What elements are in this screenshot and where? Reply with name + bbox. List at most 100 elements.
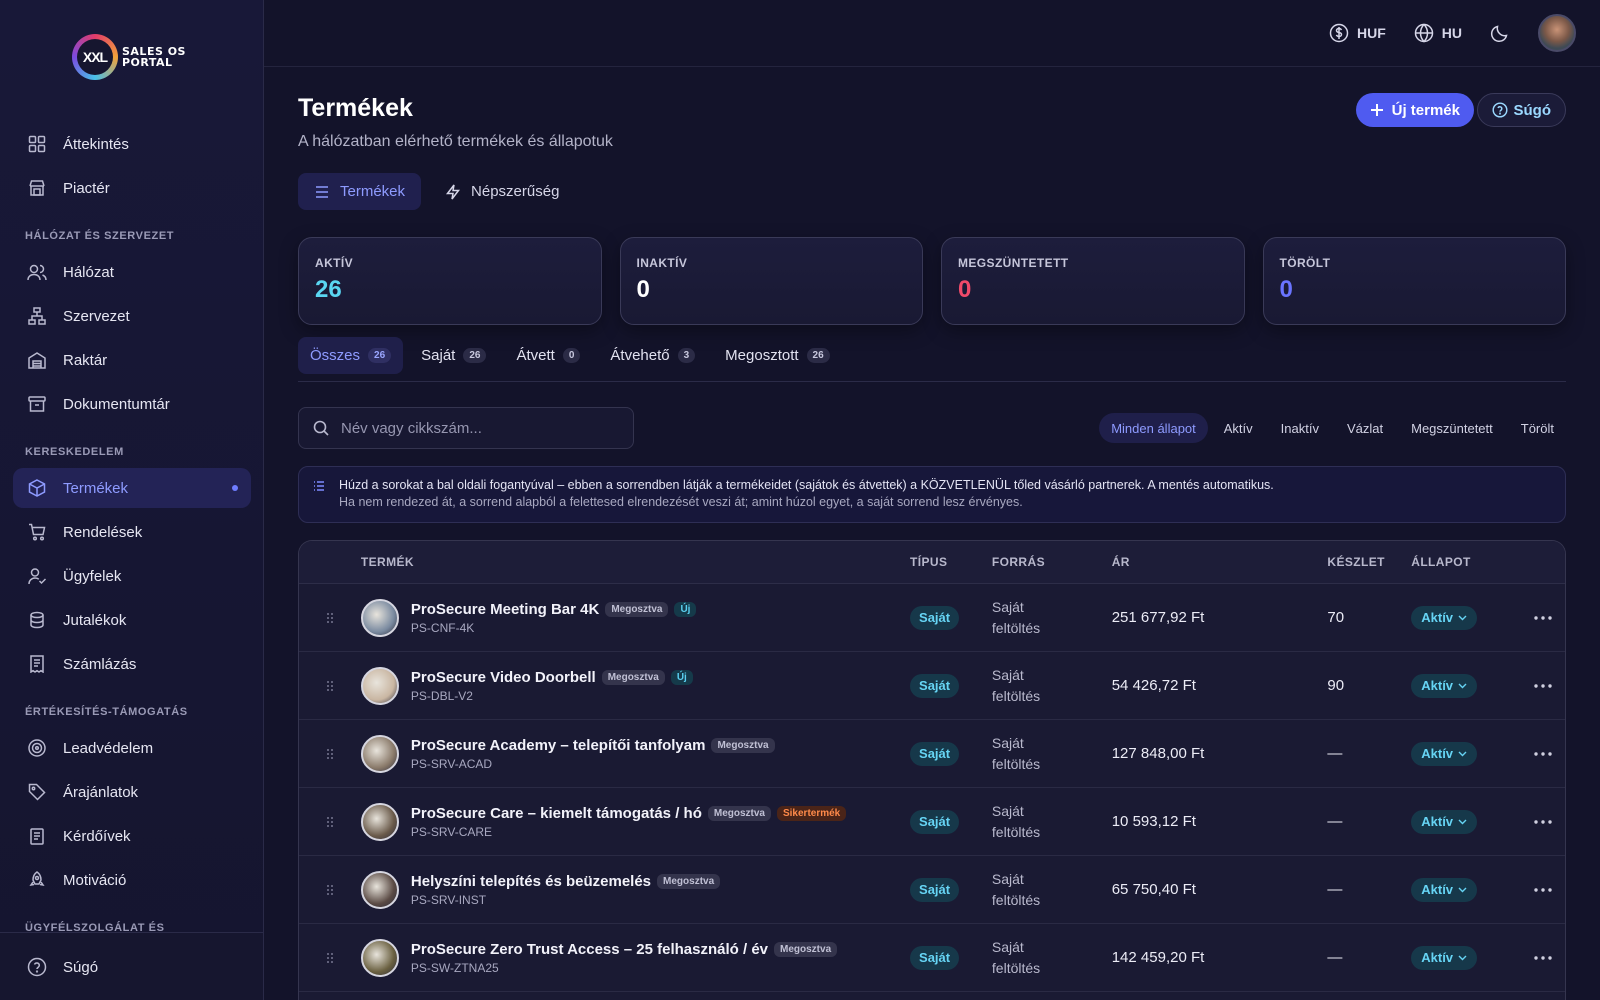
currency-label: HUF — [1356, 25, 1386, 41]
language-selector[interactable]: HU — [1414, 23, 1462, 43]
filter-tab-sajat[interactable]: Saját 26 — [409, 337, 498, 374]
product-thumbnail[interactable] — [360, 938, 399, 977]
filter-tab-osszes[interactable]: Összes 26 — [298, 337, 404, 374]
filter-tab-megosztott[interactable]: Megosztott 26 — [713, 337, 842, 374]
state-dropdown[interactable]: Aktív — [1411, 809, 1478, 834]
sidebar-item-ugyfelek[interactable]: Ügyfelek — [13, 556, 251, 596]
table-row[interactable]: Helyszíni telepítés és beüzemelés Megosz… — [299, 856, 1565, 924]
column-header-product[interactable]: TERMÉK — [361, 555, 910, 569]
sidebar-item-dokumentumtar[interactable]: Dokumentumtár — [13, 384, 251, 424]
sidebar-item-raktar[interactable]: Raktár — [13, 340, 251, 380]
sidebar-item-label: Árajánlatok — [63, 783, 139, 801]
sidebar-item-leadvedelem[interactable]: Leadvédelem — [13, 728, 251, 768]
product-name[interactable]: ProSecure Meeting Bar 4K — [411, 601, 599, 618]
sidebar-item-szamlazas[interactable]: Számlázás — [13, 644, 251, 684]
drag-handle-icon[interactable] — [299, 816, 361, 828]
product-name[interactable]: Helyszíni telepítés és beüzemelés — [411, 873, 651, 890]
sidebar-item-attekintes[interactable]: Áttekintés — [13, 124, 251, 164]
stock-cell: — — [1327, 813, 1343, 830]
currency-selector[interactable]: HUF — [1329, 23, 1386, 43]
table-row[interactable]: ProSecure Meeting Bar 4K Megosztva Új PS-… — [299, 584, 1565, 652]
product-thumbnail[interactable] — [360, 734, 399, 773]
new-product-button[interactable]: Új termék — [1355, 93, 1474, 127]
sidebar-item-jutalekok[interactable]: Jutalékok — [13, 600, 251, 640]
product-name[interactable]: ProSecure Academy – telepítői tanfolyam — [411, 737, 706, 754]
column-header-type[interactable]: TÍPUS — [910, 555, 992, 569]
row-menu-button[interactable] — [1521, 819, 1565, 824]
row-menu-button[interactable] — [1521, 615, 1565, 620]
more-horizontal-icon — [1534, 683, 1552, 688]
drag-handle-icon[interactable] — [299, 680, 361, 692]
search-input[interactable] — [341, 419, 611, 437]
row-menu-button[interactable] — [1521, 955, 1565, 960]
product-thumbnail[interactable] — [360, 870, 399, 909]
user-avatar[interactable] — [1538, 14, 1576, 52]
state-filter-aktiv[interactable]: Aktív — [1212, 413, 1265, 443]
sidebar-item-halozat[interactable]: Hálózat — [13, 252, 251, 292]
stat-value: 0 — [958, 276, 972, 303]
target-icon — [26, 737, 48, 759]
state-filter-vazlat[interactable]: Vázlat — [1335, 413, 1395, 443]
state-dropdown[interactable]: Aktív — [1411, 605, 1478, 630]
column-header-source[interactable]: FORRÁS — [992, 552, 1112, 573]
drag-handle-icon[interactable] — [299, 748, 361, 760]
sidebar-item-piacter[interactable]: Piactér — [13, 168, 251, 208]
view-tabs: Termékek Népszerűség — [298, 173, 575, 210]
filter-tab-atvett[interactable]: Átvett 0 — [504, 337, 592, 374]
brand-logo[interactable]: XXL SALES OS PORTAL — [72, 34, 186, 80]
sidebar-item-arajanlatok[interactable]: Árajánlatok — [13, 772, 251, 812]
table-header: TERMÉK TÍPUS FORRÁS ÁR KÉSZLET ÁLLAPOT — [299, 541, 1565, 584]
row-menu-button[interactable] — [1521, 751, 1565, 756]
state-filter-megszuntetett[interactable]: Megszüntetett — [1399, 413, 1505, 443]
table-row[interactable]: ProSecure Zero Trust Access – 25 felhasz… — [299, 924, 1565, 992]
sidebar-item-motivacio[interactable]: Motiváció — [13, 860, 251, 900]
table-row[interactable]: ProSecure Video Doorbell Megosztva Új PS-… — [299, 652, 1565, 720]
row-menu-button[interactable] — [1521, 887, 1565, 892]
state-dropdown[interactable]: Aktív — [1411, 945, 1478, 970]
product-name-line: ProSecure Meeting Bar 4K Megosztva Új — [411, 601, 697, 618]
column-header-price[interactable]: ÁR — [1112, 555, 1328, 569]
table-row[interactable]: ProSecure Academy – telepítői tanfolyam … — [299, 720, 1565, 788]
more-horizontal-icon — [1534, 887, 1552, 892]
state-filter-all[interactable]: Minden állapot — [1099, 413, 1208, 443]
type-badge: Saját — [910, 877, 960, 902]
count-badge: 26 — [806, 348, 830, 363]
product-name[interactable]: ProSecure Video Doorbell — [411, 669, 596, 686]
product-cell: Helyszíni telepítés és beüzemelés Megosz… — [360, 870, 910, 909]
sidebar-item-kerdoivek[interactable]: Kérdőívek — [13, 816, 251, 856]
column-header-stock[interactable]: KÉSZLET — [1327, 555, 1411, 569]
state-filter-torolt[interactable]: Törölt — [1509, 413, 1566, 443]
type-badge: Saját — [910, 673, 960, 698]
product-name[interactable]: ProSecure Care – kiemelt támogatás / hó — [411, 805, 702, 822]
topbar: HUF HU — [264, 0, 1600, 67]
tab-nepszeruseg[interactable]: Népszerűség — [429, 173, 575, 210]
product-name[interactable]: ProSecure Zero Trust Access – 25 felhasz… — [411, 941, 768, 958]
sidebar-item-termekek[interactable]: Termékek — [13, 468, 251, 508]
product-thumbnail[interactable] — [360, 666, 399, 705]
sidebar-item-label: Raktár — [63, 351, 108, 369]
state-dropdown[interactable]: Aktív — [1411, 877, 1478, 902]
filter-tab-atveheto[interactable]: Átvehető 3 — [598, 337, 707, 374]
active-indicator-dot — [232, 485, 238, 491]
sidebar-item-sugo[interactable]: Súgó — [13, 947, 251, 987]
sidebar-item-rendelesek[interactable]: Rendelések — [13, 512, 251, 552]
theme-toggle[interactable] — [1490, 23, 1510, 43]
drag-handle-icon[interactable] — [299, 612, 361, 624]
row-menu-button[interactable] — [1521, 683, 1565, 688]
product-thumbnail[interactable] — [360, 802, 399, 841]
drag-handle-icon[interactable] — [299, 952, 361, 964]
product-thumbnail[interactable] — [360, 598, 399, 637]
state-dropdown[interactable]: Aktív — [1411, 741, 1478, 766]
grid-icon — [26, 133, 48, 155]
source-line2: feltöltés — [991, 823, 1041, 840]
help-button[interactable]: Súgó — [1476, 93, 1566, 127]
tab-termekek[interactable]: Termékek — [298, 173, 422, 210]
column-header-state[interactable]: ÁLLAPOT — [1411, 555, 1521, 569]
drag-handle-icon[interactable] — [299, 884, 361, 896]
state-dropdown[interactable]: Aktív — [1411, 673, 1478, 698]
table-row[interactable]: ProSecure Care – kiemelt támogatás / hó … — [299, 788, 1565, 856]
sidebar-item-label: Ügyfelek — [63, 567, 122, 585]
state-filter-inaktiv[interactable]: Inaktív — [1269, 413, 1331, 443]
sidebar-item-szervezet[interactable]: Szervezet — [13, 296, 251, 336]
logo-text: SALES OS PORTAL — [122, 46, 186, 68]
